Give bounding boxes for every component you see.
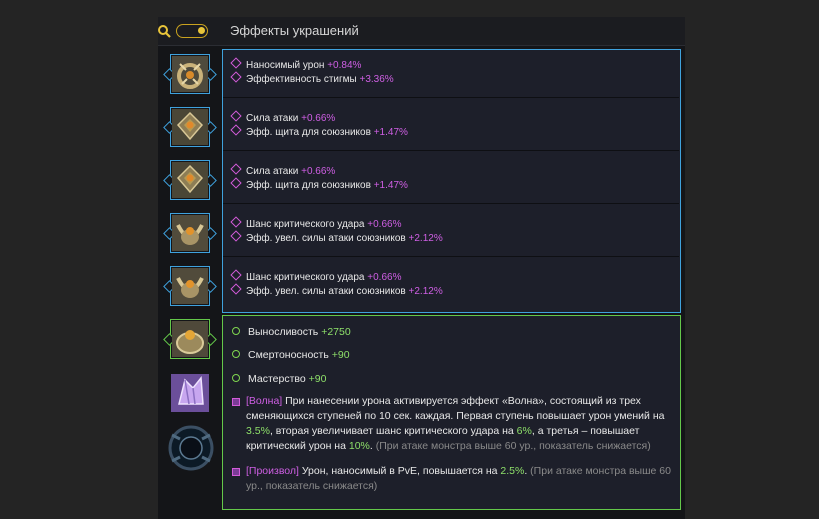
stat-line: Эффективность стигмы +3.36% bbox=[230, 71, 394, 86]
panel-header: Эффекты украшений bbox=[158, 17, 685, 46]
slot-belt[interactable] bbox=[163, 319, 217, 359]
set-stat-line: Смертоносность +90 bbox=[232, 349, 350, 361]
purple-diamond-icon bbox=[230, 110, 242, 122]
set-bonus-panel: Выносливость +2750 Смертоносность +90 Ма… bbox=[222, 315, 681, 510]
purple-diamond-icon bbox=[230, 269, 242, 281]
effect-icon bbox=[232, 468, 240, 476]
stat-line: Шанс критического удара +0.66% bbox=[230, 269, 401, 284]
search-icon[interactable] bbox=[158, 22, 172, 40]
belt-icon bbox=[172, 321, 208, 357]
equipment-sidebar bbox=[158, 46, 220, 519]
slot-earring-2[interactable] bbox=[163, 160, 217, 200]
slot-necklace-2[interactable] bbox=[163, 266, 217, 306]
earring-icon bbox=[172, 162, 208, 198]
purple-diamond-icon bbox=[230, 177, 242, 189]
slot-earring-1[interactable] bbox=[163, 107, 217, 147]
necklace-icon bbox=[172, 268, 208, 304]
purple-diamond-icon bbox=[230, 216, 242, 228]
set-effect-wave: [Волна] При нанесении урона активируется… bbox=[232, 394, 672, 454]
stat-line: Эфф. щита для союзников +1.47% bbox=[230, 177, 408, 192]
crystal-icon bbox=[171, 374, 209, 412]
list-item: Наносимый урон +0.84% Эффективность стиг… bbox=[223, 50, 679, 98]
stat-line: Сила атаки +0.66% bbox=[230, 110, 335, 125]
stat-line: Сила атаки +0.66% bbox=[230, 163, 335, 178]
stat-line: Шанс критического удара +0.66% bbox=[230, 216, 401, 231]
stat-line: Наносимый урон +0.84% bbox=[230, 57, 361, 72]
slot-orb[interactable] bbox=[167, 424, 214, 471]
slot-crystal[interactable] bbox=[170, 373, 210, 413]
list-item: Шанс критического удара +0.66% Эфф. увел… bbox=[223, 262, 679, 309]
purple-diamond-icon bbox=[230, 163, 242, 175]
green-circle-icon bbox=[232, 374, 240, 382]
necklace-icon bbox=[172, 215, 208, 251]
item-effects-list: Наносимый урон +0.84% Эффективность стиг… bbox=[222, 49, 681, 313]
effect-description: [Волна] При нанесении урона активируется… bbox=[246, 395, 665, 452]
list-item: Сила атаки +0.66% Эфф. щита для союзнико… bbox=[223, 156, 679, 204]
toggle-knob bbox=[198, 27, 205, 34]
set-stat-line: Выносливость +2750 bbox=[232, 326, 351, 338]
purple-diamond-icon bbox=[230, 283, 242, 295]
purple-diamond-icon bbox=[230, 57, 242, 69]
green-circle-icon bbox=[232, 350, 240, 358]
list-item: Сила атаки +0.66% Эфф. щита для союзнико… bbox=[223, 103, 679, 151]
list-item: Шанс критического удара +0.66% Эфф. увел… bbox=[223, 209, 679, 257]
purple-diamond-icon bbox=[230, 124, 242, 136]
set-effect-arbitrariness: [Произвол] Урон, наносимый в PvE, повыша… bbox=[232, 464, 672, 494]
green-circle-icon bbox=[232, 327, 240, 335]
stat-line: Эфф. щита для союзников +1.47% bbox=[230, 124, 408, 139]
stat-line: Эфф. увел. силы атаки союзников +2.12% bbox=[230, 230, 443, 245]
effect-icon bbox=[232, 398, 240, 406]
stat-line: Эфф. увел. силы атаки союзников +2.12% bbox=[230, 283, 443, 298]
earring-icon bbox=[172, 109, 208, 145]
orb-icon bbox=[168, 425, 214, 471]
slot-ring[interactable] bbox=[163, 54, 217, 94]
slot-necklace-1[interactable] bbox=[163, 213, 217, 253]
ring-icon bbox=[172, 56, 208, 92]
purple-diamond-icon bbox=[230, 71, 242, 83]
display-toggle[interactable] bbox=[176, 24, 208, 38]
purple-diamond-icon bbox=[230, 230, 242, 242]
effect-description: [Произвол] Урон, наносимый в PvE, повыша… bbox=[246, 465, 671, 492]
set-stat-line: Мастерство +90 bbox=[232, 373, 326, 385]
jewelry-effects-panel: Эффекты украшений Наносимый урон +0.84% … bbox=[158, 17, 685, 519]
page-title: Эффекты украшений bbox=[230, 23, 359, 38]
